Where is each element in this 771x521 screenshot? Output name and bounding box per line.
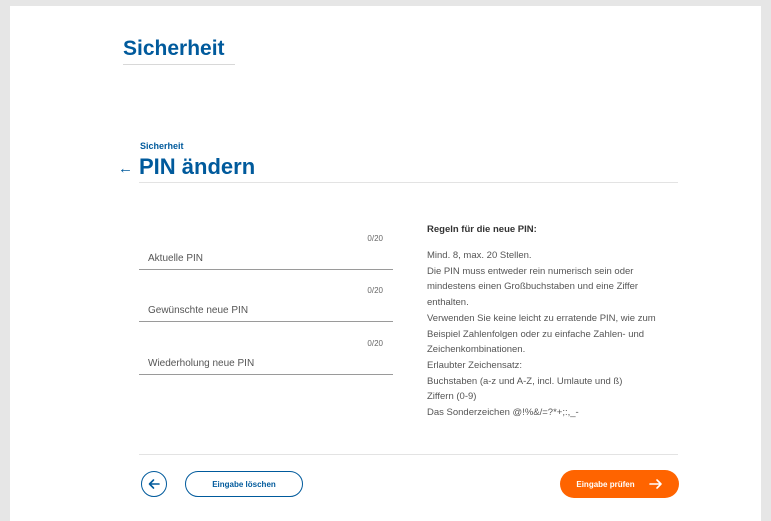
pin-rules-title: Regeln für die neue PIN: [427, 224, 537, 235]
rule-line: Mind. 8, max. 20 Stellen. [427, 250, 532, 261]
rule-line: mindestens einen Großbuchstaben und eine… [427, 281, 639, 293]
rule-line: Buchstaben (a-z und A-Z, incl. Umlaute u… [427, 375, 623, 387]
app-title: Sicherheit [123, 37, 225, 60]
breadcrumb[interactable]: Sicherheit [140, 141, 184, 151]
divider [139, 454, 678, 455]
rule-line: Ziffern (0-9) [427, 391, 477, 403]
pin-rules: Regeln für die neue PIN: Mind. 8, max. 2… [427, 224, 697, 421]
arrow-left-circle-icon [148, 479, 160, 489]
repeat-pin-input[interactable] [139, 353, 393, 375]
arrow-left-icon[interactable]: ← [118, 160, 133, 177]
rule-line: Verwenden Sie keine leicht zu erratende … [427, 312, 656, 324]
new-pin-input[interactable] [139, 300, 393, 322]
rule-line: Die PIN muss entweder rein numerisch sei… [427, 265, 634, 277]
divider [139, 182, 678, 183]
rule-line: Zeichenkombinationen. [427, 344, 526, 356]
rule-line: Erlaubter Zeichensatz: [427, 359, 523, 371]
char-counter: 0/20 [367, 286, 383, 295]
content-card: Sicherheit Sicherheit ← PIN ändern 0/20 … [10, 6, 761, 521]
check-input-label: Eingabe prüfen [576, 479, 635, 489]
rule-line: Beispiel Zahlenfolgen oder zu einfache Z… [427, 328, 645, 340]
rule-line: Das Sonderzeichen @!%&/=?*+;:,_- [427, 407, 579, 419]
back-button[interactable] [141, 471, 167, 497]
app-title-underline [123, 64, 235, 65]
check-input-button[interactable]: Eingabe prüfen [560, 470, 679, 498]
rule-line: enthalten. [427, 297, 469, 309]
page-title: PIN ändern [139, 154, 256, 179]
clear-input-button[interactable]: Eingabe löschen [185, 471, 303, 497]
current-pin-input[interactable] [139, 248, 393, 270]
char-counter: 0/20 [367, 234, 383, 243]
char-counter: 0/20 [367, 339, 383, 348]
arrow-right-icon [648, 479, 662, 489]
